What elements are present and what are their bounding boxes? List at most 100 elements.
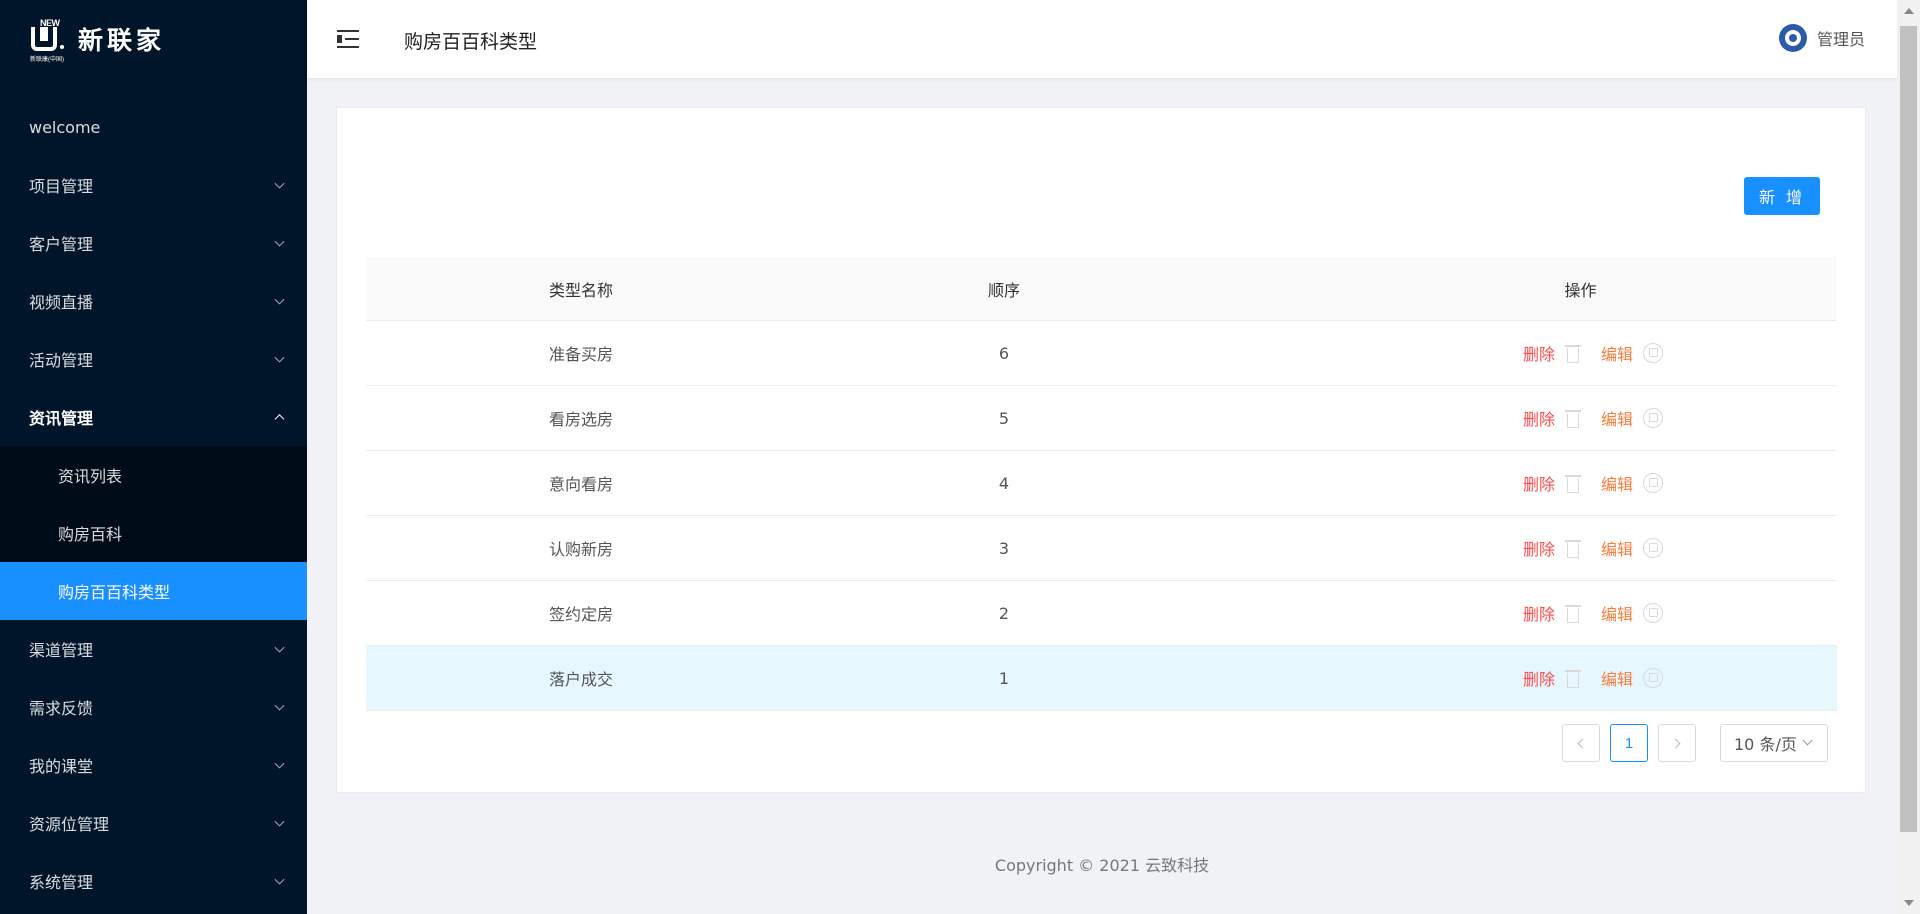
add-button[interactable]: 新 增 bbox=[1744, 177, 1820, 215]
chevron-right-icon bbox=[1670, 738, 1681, 748]
scroll-up-icon[interactable] bbox=[1904, 8, 1914, 14]
edit-icon[interactable] bbox=[1643, 603, 1664, 623]
cell-order: 5 bbox=[998, 408, 1010, 428]
logo[interactable]: NEW 新联康(中国) 新联家 bbox=[28, 14, 165, 64]
edit-icon[interactable] bbox=[1643, 668, 1664, 688]
sidebar-item-label: 项目管理 bbox=[29, 177, 94, 196]
table-row: 签约定房 2 删除 编辑 bbox=[366, 581, 1837, 646]
sidebar-item-customers[interactable]: 客户管理 bbox=[0, 214, 307, 272]
sidebar-menu: welcome 项目管理 客户管理 视频直播 活动管理 资讯管理 资讯列表 购房… bbox=[0, 98, 307, 910]
sidebar-item-projects[interactable]: 项目管理 bbox=[0, 156, 307, 214]
edit-link[interactable]: 编辑 bbox=[1601, 601, 1633, 625]
chevron-up-icon bbox=[274, 414, 285, 425]
cell-name: 意向看房 bbox=[549, 475, 614, 494]
scroll-thumb[interactable] bbox=[1900, 26, 1917, 832]
sidebar-item-label: 视频直播 bbox=[29, 293, 94, 312]
page-size-value: 10 条/页 bbox=[1734, 735, 1797, 754]
chevron-down-icon bbox=[274, 178, 285, 189]
sidebar-item-label: 我的课堂 bbox=[29, 757, 94, 776]
sidebar-item-label: 资讯管理 bbox=[29, 409, 94, 428]
chevron-down-icon bbox=[1802, 735, 1813, 746]
logo-text: 新联家 bbox=[78, 26, 166, 55]
content-card: 新 增 类型名称 顺序 操作 准备买房 6 删除 编辑 看房选房 5 删除 编辑… bbox=[336, 107, 1866, 793]
edit-icon[interactable] bbox=[1643, 408, 1664, 428]
logo-icon: NEW 新联康(中国) bbox=[28, 18, 66, 63]
trash-icon[interactable] bbox=[1565, 473, 1581, 493]
logo-subtitle: 新联康(中国) bbox=[30, 57, 64, 63]
delete-link[interactable]: 删除 bbox=[1523, 471, 1555, 495]
edit-icon[interactable] bbox=[1643, 538, 1664, 558]
prev-page-button[interactable] bbox=[1562, 724, 1600, 762]
table-row: 意向看房 4 删除 编辑 bbox=[366, 451, 1837, 516]
trash-icon[interactable] bbox=[1565, 343, 1581, 363]
edit-icon[interactable] bbox=[1643, 343, 1664, 363]
delete-link[interactable]: 删除 bbox=[1523, 666, 1555, 690]
trash-icon[interactable] bbox=[1565, 538, 1581, 558]
sidebar-item-live-video[interactable]: 视频直播 bbox=[0, 272, 307, 330]
cell-order: 6 bbox=[998, 343, 1010, 363]
delete-link[interactable]: 删除 bbox=[1523, 341, 1555, 365]
chevron-down-icon bbox=[274, 874, 285, 885]
sidebar-subitem-news-list[interactable]: 资讯列表 bbox=[0, 446, 307, 504]
edit-link[interactable]: 编辑 bbox=[1601, 536, 1633, 560]
column-header-order: 顺序 bbox=[987, 280, 1020, 300]
sidebar-item-feedback[interactable]: 需求反馈 bbox=[0, 678, 307, 736]
cell-name: 看房选房 bbox=[549, 410, 614, 429]
edit-link[interactable]: 编辑 bbox=[1601, 666, 1633, 690]
delete-link[interactable]: 删除 bbox=[1523, 601, 1555, 625]
edit-link[interactable]: 编辑 bbox=[1601, 406, 1633, 430]
delete-link[interactable]: 删除 bbox=[1523, 406, 1555, 430]
cell-name: 签约定房 bbox=[549, 605, 614, 624]
sidebar-subitem-house-wiki[interactable]: 购房百科 bbox=[0, 504, 307, 562]
user-menu[interactable]: 管理员 bbox=[1778, 24, 1865, 52]
types-table: 类型名称 顺序 操作 准备买房 6 删除 编辑 看房选房 5 删除 编辑 意向看… bbox=[366, 257, 1837, 711]
sidebar-subitem-house-wiki-types[interactable]: 购房百百科类型 bbox=[0, 562, 307, 620]
sidebar-submenu-news: 资讯列表 购房百科 购房百百科类型 bbox=[0, 446, 307, 620]
sidebar-item-activities[interactable]: 活动管理 bbox=[0, 330, 307, 388]
pagination: 1 10 条/页 bbox=[1552, 724, 1828, 762]
sidebar-subitem-label: 购房百百科类型 bbox=[58, 583, 171, 602]
chevron-down-icon bbox=[274, 758, 285, 769]
table-row: 准备买房 6 删除 编辑 bbox=[366, 321, 1837, 386]
sidebar-item-classroom[interactable]: 我的课堂 bbox=[0, 736, 307, 794]
next-page-button[interactable] bbox=[1658, 724, 1696, 762]
cell-order: 2 bbox=[998, 603, 1010, 623]
trash-icon[interactable] bbox=[1565, 408, 1581, 428]
sidebar-item-label: welcome bbox=[29, 117, 101, 137]
scroll-down-icon[interactable] bbox=[1904, 900, 1914, 906]
chevron-down-icon bbox=[274, 816, 285, 827]
sidebar-item-welcome[interactable]: welcome bbox=[0, 98, 307, 156]
chevron-down-icon bbox=[274, 700, 285, 711]
sidebar-item-label: 客户管理 bbox=[29, 235, 94, 254]
page-title: 购房百百科类型 bbox=[404, 31, 538, 53]
sidebar-item-channels[interactable]: 渠道管理 bbox=[0, 620, 307, 678]
trash-icon[interactable] bbox=[1565, 603, 1581, 623]
sidebar-item-label: 系统管理 bbox=[29, 873, 94, 892]
edit-link[interactable]: 编辑 bbox=[1601, 341, 1633, 365]
edit-link[interactable]: 编辑 bbox=[1601, 471, 1633, 495]
sidebar-subitem-label: 资讯列表 bbox=[58, 467, 123, 486]
sidebar-item-news[interactable]: 资讯管理 bbox=[0, 388, 307, 446]
page-1-button[interactable]: 1 bbox=[1610, 724, 1648, 762]
menu-fold-icon[interactable] bbox=[337, 30, 359, 48]
scrollbar[interactable] bbox=[1897, 0, 1920, 914]
sidebar-item-label: 需求反馈 bbox=[29, 699, 94, 718]
cell-order: 1 bbox=[998, 668, 1010, 688]
footer-copyright: Copyright © 2021 云致科技 bbox=[994, 856, 1210, 875]
cell-name: 认购新房 bbox=[549, 540, 614, 559]
page-size-select[interactable]: 10 条/页 bbox=[1720, 724, 1828, 762]
chevron-down-icon bbox=[274, 236, 285, 247]
sidebar-item-resource-slots[interactable]: 资源位管理 bbox=[0, 794, 307, 852]
table-header: 类型名称 顺序 操作 bbox=[366, 257, 1837, 321]
chevron-down-icon bbox=[274, 642, 285, 653]
delete-link[interactable]: 删除 bbox=[1523, 536, 1555, 560]
table-row: 认购新房 3 删除 编辑 bbox=[366, 516, 1837, 581]
edit-icon[interactable] bbox=[1643, 473, 1664, 493]
sidebar-subitem-label: 购房百科 bbox=[58, 525, 123, 544]
sidebar-item-label: 资源位管理 bbox=[29, 815, 110, 834]
chevron-down-icon bbox=[274, 294, 285, 305]
trash-icon[interactable] bbox=[1565, 668, 1581, 688]
sidebar-item-system[interactable]: 系统管理 bbox=[0, 852, 307, 910]
sidebar-item-label: 渠道管理 bbox=[29, 641, 94, 660]
username: 管理员 bbox=[1816, 30, 1865, 49]
